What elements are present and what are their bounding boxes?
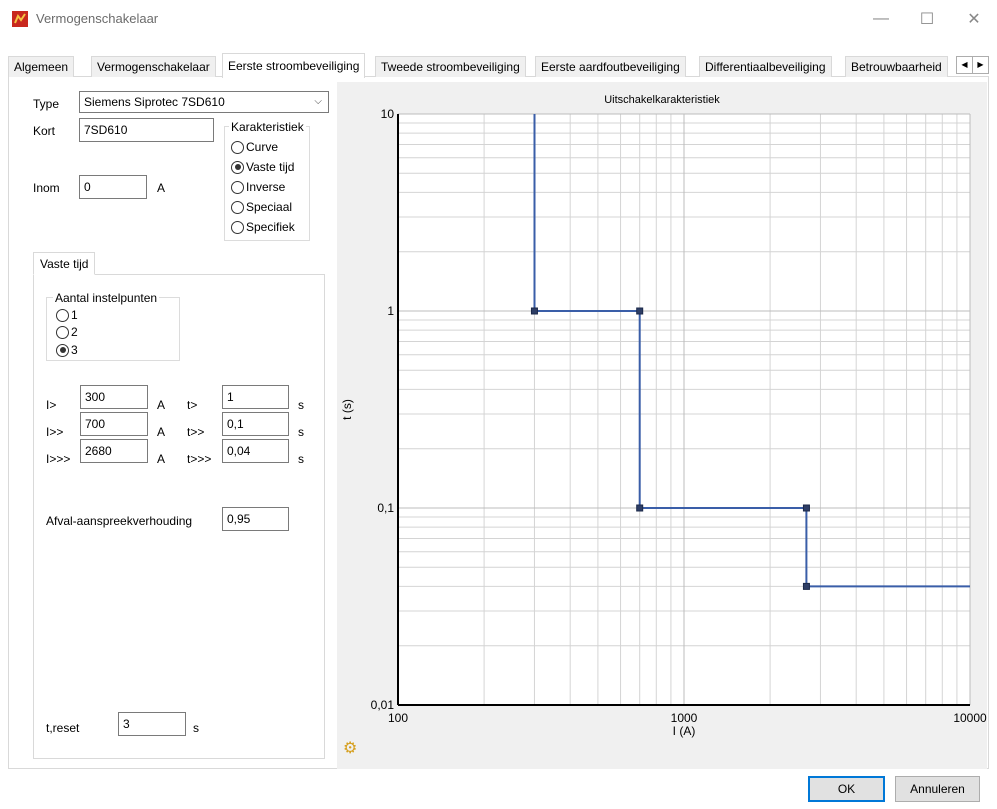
- radio-inverse[interactable]: Inverse: [231, 180, 285, 194]
- radio-instelpunt-3-label: 3: [71, 343, 78, 357]
- i2-label: I>>: [46, 425, 64, 439]
- trip-curve-marker: [636, 504, 644, 512]
- kort-input[interactable]: 7SD610: [79, 118, 214, 142]
- i1-input[interactable]: 300: [80, 385, 148, 409]
- subtab-vaste-tijd[interactable]: Vaste tijd: [33, 252, 96, 275]
- trip-characteristic-chart: 100 1000 10000 10 1 0,1 0,01 I (A) t (s): [340, 107, 987, 738]
- t2-input[interactable]: 0,1: [222, 412, 289, 436]
- tab-differentiaalbeveiliging[interactable]: Differentiaalbeveiliging: [699, 56, 832, 77]
- i2-unit: A: [157, 425, 166, 439]
- karakteristiek-title: Karakteristiek: [229, 120, 306, 134]
- x-axis-label: I (A): [673, 724, 696, 738]
- radio-speciaal-label: Speciaal: [246, 200, 293, 214]
- radio-instelpunt-1-label: 1: [71, 308, 78, 322]
- t1-input[interactable]: 1: [222, 385, 289, 409]
- tab-scroll-left-icon[interactable]: ◀: [956, 56, 973, 74]
- i2-input[interactable]: 700: [80, 412, 148, 436]
- chart-panel: Uitschakelkarakteristiek 100 1000 10000 10 1…: [337, 82, 987, 769]
- t3-input[interactable]: 0,04: [222, 439, 289, 463]
- radio-speciaal[interactable]: Speciaal: [231, 200, 292, 214]
- x-tick-label: 100: [388, 711, 408, 725]
- app-icon: [12, 11, 28, 27]
- t2-unit: s: [298, 425, 304, 439]
- radio-curve[interactable]: Curve: [231, 140, 278, 154]
- cancel-button[interactable]: Annuleren: [895, 776, 980, 802]
- radio-curve-icon: [231, 140, 244, 154]
- t2-label: t>>: [187, 425, 205, 439]
- y-tick-label: 0,01: [371, 698, 395, 712]
- title-bar: Vermogenschakelaar — ☐ ✕: [0, 0, 997, 38]
- radio-instelpunt-2-icon: [56, 325, 69, 339]
- trip-curve-marker: [802, 582, 810, 590]
- tab-eerste-aardfoutbeveiliging[interactable]: Eerste aardfoutbeveiliging: [535, 56, 686, 77]
- minimize-icon[interactable]: —: [858, 0, 904, 38]
- radio-instelpunt-1-icon: [56, 308, 69, 322]
- window-title: Vermogenschakelaar: [36, 11, 159, 26]
- radio-vaste-tijd-label: Vaste tijd: [246, 160, 295, 174]
- t1-label: t>: [187, 398, 198, 412]
- y-axis-label: t (s): [340, 399, 354, 420]
- tab-algemeen[interactable]: Algemeen: [8, 56, 75, 77]
- radio-vaste-tijd-icon: [231, 160, 244, 174]
- chevron-down-icon: ⌵: [314, 96, 322, 107]
- tab-scroll-right-icon[interactable]: ▶: [972, 56, 989, 74]
- radio-specifiek-icon: [231, 220, 244, 234]
- treset-label: t,reset: [46, 721, 80, 735]
- treset-input[interactable]: 3: [118, 712, 186, 736]
- radio-speciaal-icon: [231, 200, 244, 214]
- tab-tweede-stroombeveiliging[interactable]: Tweede stroombeveiliging: [375, 56, 526, 77]
- radio-inverse-icon: [231, 180, 244, 194]
- tab-bar: Algemeen Vermogenschakelaar Eerste stroo…: [8, 53, 989, 78]
- type-select[interactable]: Siemens Siprotec 7SD610 ⌵: [79, 91, 329, 113]
- tab-betrouwbaarheid[interactable]: Betrouwbaarheid: [845, 56, 948, 77]
- treset-unit: s: [193, 721, 199, 735]
- radio-specifiek[interactable]: Specifiek: [231, 220, 295, 234]
- inom-unit: A: [157, 181, 166, 195]
- i3-label: I>>>: [46, 452, 71, 466]
- x-tick-label: 1000: [671, 711, 698, 725]
- i3-input[interactable]: 2680: [80, 439, 148, 463]
- tab-eerste-stroombeveiliging[interactable]: Eerste stroombeveiliging: [222, 53, 366, 78]
- trip-curve-marker: [802, 504, 810, 512]
- radio-inverse-label: Inverse: [246, 180, 286, 194]
- i3-unit: A: [157, 452, 166, 466]
- radio-curve-label: Curve: [246, 140, 279, 154]
- radio-vaste-tijd[interactable]: Vaste tijd: [231, 160, 294, 174]
- i1-label: I>: [46, 398, 57, 412]
- i1-unit: A: [157, 398, 166, 412]
- instelpunten-title: Aantal instelpunten: [53, 291, 160, 305]
- afval-input[interactable]: 0,95: [222, 507, 289, 531]
- y-tick-label: 10: [381, 107, 395, 121]
- type-select-value: Siemens Siprotec 7SD610: [84, 95, 225, 109]
- tab-vermogenschakelaar[interactable]: Vermogenschakelaar: [91, 56, 216, 77]
- close-icon[interactable]: ✕: [951, 0, 997, 38]
- trip-curve-marker: [636, 307, 644, 315]
- maximize-icon[interactable]: ☐: [904, 0, 950, 38]
- radio-instelpunt-1[interactable]: 1: [56, 308, 78, 322]
- ok-button[interactable]: OK: [808, 776, 885, 802]
- x-tick-label: 10000: [953, 711, 987, 725]
- radio-instelpunt-2-label: 2: [71, 325, 78, 339]
- radio-instelpunt-2[interactable]: 2: [56, 325, 78, 339]
- inom-input[interactable]: 0: [79, 175, 147, 199]
- radio-instelpunt-3[interactable]: 3: [56, 343, 78, 357]
- radio-instelpunt-3-icon: [56, 343, 69, 357]
- type-label: Type: [33, 97, 60, 111]
- y-tick-label: 1: [387, 304, 394, 318]
- gear-icon[interactable]: ⚙: [343, 738, 357, 758]
- t3-unit: s: [298, 452, 304, 466]
- inom-label: Inom: [33, 181, 60, 195]
- y-tick-label: 0,1: [377, 501, 394, 515]
- radio-specifiek-label: Specifiek: [246, 220, 295, 234]
- kort-label: Kort: [33, 124, 56, 138]
- trip-curve-marker: [530, 307, 538, 315]
- afval-label: Afval-aanspreekverhouding: [46, 514, 193, 528]
- t3-label: t>>>: [187, 452, 212, 466]
- t1-unit: s: [298, 398, 304, 412]
